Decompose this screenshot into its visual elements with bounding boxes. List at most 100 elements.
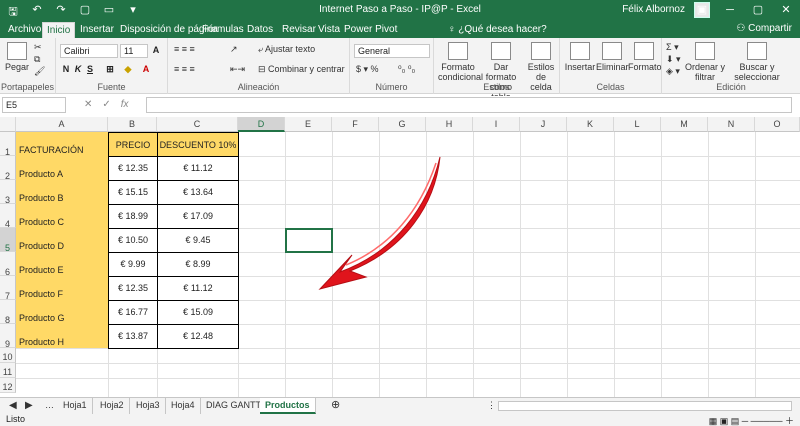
underline-button[interactable]: S xyxy=(84,64,96,74)
sheet-tab[interactable]: Hoja4 xyxy=(166,398,201,414)
column-header[interactable]: E xyxy=(285,117,332,132)
column-header[interactable]: C xyxy=(157,117,238,132)
header-descuento[interactable]: DESCUENTO 10% xyxy=(157,132,239,157)
row-header[interactable]: 7 xyxy=(0,276,16,301)
discount-cell[interactable]: € 11.12 xyxy=(157,156,239,181)
sheet-tab[interactable]: Hoja1 xyxy=(58,398,93,414)
row-header[interactable]: 3 xyxy=(0,180,16,205)
column-header[interactable]: M xyxy=(661,117,708,132)
paste-button[interactable]: Pegar xyxy=(4,42,30,72)
discount-cell[interactable]: € 9.45 xyxy=(157,228,239,253)
sheet-tab[interactable]: DIAG GANTT xyxy=(201,398,268,414)
view-buttons[interactable]: ▦ ▣ ▤ ─ ───── ＋ xyxy=(709,414,794,426)
row-header[interactable]: 8 xyxy=(0,300,16,325)
sheet-tab[interactable]: Hoja3 xyxy=(131,398,166,414)
row-header[interactable]: 4 xyxy=(0,204,16,229)
column-header[interactable]: B xyxy=(108,117,157,132)
indent-icon[interactable]: ⇤⇥ xyxy=(230,64,245,74)
row-header[interactable]: 10 xyxy=(0,348,16,363)
sheet-tab[interactable]: Hoja2 xyxy=(95,398,130,414)
share-button[interactable]: ⚇ Compartir xyxy=(736,23,792,34)
tell-me-search[interactable]: ♀ ¿Qué desea hacer? xyxy=(444,22,551,38)
spreadsheet-grid[interactable]: A B C D E F G H I J K L M N O 1 2 3 4 5 … xyxy=(0,117,800,397)
cut-icon[interactable]: ✂ xyxy=(34,42,42,52)
product-cell[interactable]: Producto H xyxy=(19,337,64,347)
discount-cell[interactable]: € 13.64 xyxy=(157,180,239,205)
select-all-corner[interactable] xyxy=(0,117,16,132)
header-facturacion[interactable]: FACTURACIÓN xyxy=(19,145,84,155)
conditional-format-button[interactable]: Formato condicional xyxy=(438,42,483,82)
align-left-icon[interactable]: ≡ ≡ ≡ xyxy=(174,64,195,74)
product-cell[interactable]: Producto A xyxy=(19,169,63,179)
product-cell[interactable]: Producto D xyxy=(19,241,64,251)
autosum-icon[interactable]: Σ ▾ xyxy=(666,42,679,52)
horizontal-scrollbar[interactable] xyxy=(498,401,792,411)
fill-color-icon[interactable]: ◆ xyxy=(122,64,134,75)
format-painter-icon[interactable]: 🖌 xyxy=(34,66,45,76)
minimize-button[interactable]: ─ xyxy=(716,0,744,20)
row-header[interactable]: 2 xyxy=(0,156,16,181)
header-precio[interactable]: PRECIO xyxy=(108,132,158,157)
add-sheet-button[interactable]: ⊕ xyxy=(326,398,345,414)
italic-button[interactable]: K xyxy=(72,64,84,74)
borders-icon[interactable]: ⊞ xyxy=(104,64,116,75)
column-header[interactable]: O xyxy=(755,117,800,132)
name-box[interactable]: E5 xyxy=(2,97,66,113)
column-header[interactable]: L xyxy=(614,117,661,132)
column-header[interactable]: G xyxy=(379,117,426,132)
product-cell[interactable]: Producto G xyxy=(19,313,65,323)
price-cell[interactable]: € 10.50 xyxy=(108,228,158,253)
cancel-icon[interactable]: ✕ xyxy=(84,97,92,113)
user-name[interactable]: Félix Albornoz xyxy=(622,4,685,15)
product-cell[interactable]: Producto F xyxy=(19,289,63,299)
tab-inicio[interactable]: Inicio xyxy=(42,22,76,38)
discount-cell[interactable]: € 17.09 xyxy=(157,204,239,229)
scroll-right-icon[interactable]: ▶ xyxy=(20,398,38,414)
row-header[interactable]: 1 xyxy=(0,132,16,157)
price-cell[interactable]: € 18.99 xyxy=(108,204,158,229)
product-cell[interactable]: Producto C xyxy=(19,217,64,227)
font-color-icon[interactable]: A xyxy=(140,64,152,74)
orientation-icon[interactable]: ↗ xyxy=(230,44,238,54)
decimal-icon[interactable]: ⁰₀ ⁰₀ xyxy=(398,64,415,74)
ribbon-options-icon[interactable]: ▣ xyxy=(688,0,716,20)
enter-icon[interactable]: ✓ xyxy=(102,97,110,113)
price-cell[interactable]: € 13.87 xyxy=(108,324,158,349)
price-cell[interactable]: € 12.35 xyxy=(108,156,158,181)
insert-cells-button[interactable]: Insertar xyxy=(564,42,596,72)
font-name-select[interactable]: Calibri xyxy=(60,44,118,58)
price-cell[interactable]: € 15.15 xyxy=(108,180,158,205)
close-button[interactable]: ✕ xyxy=(772,0,800,20)
font-size-select[interactable]: 11 xyxy=(120,44,148,58)
column-header[interactable]: J xyxy=(520,117,567,132)
row-header[interactable]: 9 xyxy=(0,324,16,349)
merge-center-button[interactable]: ⊟ Combinar y centrar xyxy=(258,64,345,74)
discount-cell[interactable]: € 15.09 xyxy=(157,300,239,325)
column-header[interactable]: H xyxy=(426,117,473,132)
column-header[interactable]: I xyxy=(473,117,520,132)
column-header[interactable]: F xyxy=(332,117,379,132)
column-header[interactable]: N xyxy=(708,117,755,132)
currency-icon[interactable]: $ ▾ % xyxy=(356,64,379,74)
column-header[interactable]: A xyxy=(16,117,108,132)
number-format-select[interactable]: General xyxy=(354,44,430,58)
tab-archivo[interactable]: Archivo xyxy=(4,22,45,38)
tab-datos[interactable]: Datos xyxy=(243,22,277,38)
bold-button[interactable]: N xyxy=(60,64,72,74)
tab-power-pivot[interactable]: Power Pivot xyxy=(340,22,401,38)
formula-input[interactable] xyxy=(146,97,792,113)
discount-cell[interactable]: € 8.99 xyxy=(157,252,239,277)
delete-cells-button[interactable]: Eliminar xyxy=(596,42,629,72)
function-icon[interactable]: fx xyxy=(121,97,129,113)
sort-filter-button[interactable]: Ordenar y filtrar xyxy=(684,42,726,82)
row-header[interactable]: 6 xyxy=(0,252,16,277)
row-header[interactable]: 5 xyxy=(0,228,16,253)
align-top-icon[interactable]: ≡ ≡ ≡ xyxy=(174,44,195,54)
row-header[interactable]: 12 xyxy=(0,378,16,393)
column-header[interactable]: K xyxy=(567,117,614,132)
price-cell[interactable]: € 9.99 xyxy=(108,252,158,277)
tab-formulas[interactable]: Fórmulas xyxy=(198,22,248,38)
more-sheets-icon[interactable]: … xyxy=(40,398,59,414)
sheet-tab-active[interactable]: Productos xyxy=(260,398,316,414)
price-cell[interactable]: € 12.35 xyxy=(108,276,158,301)
